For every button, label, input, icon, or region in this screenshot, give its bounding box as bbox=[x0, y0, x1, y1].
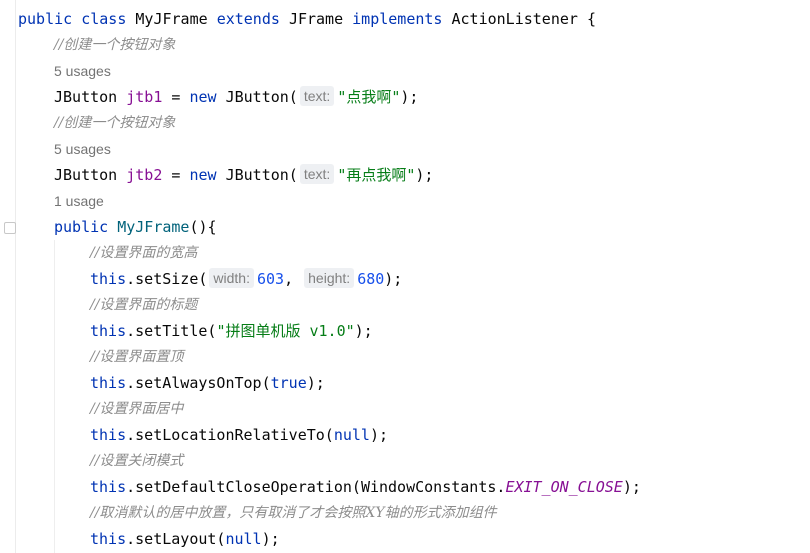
indent-guide bbox=[54, 240, 55, 553]
punctuation: ); bbox=[400, 88, 419, 106]
string-literal: "拼图单机版 v1.0" bbox=[216, 322, 355, 340]
code-comment: //设置界面的宽高 bbox=[90, 245, 198, 261]
type-name: JButton bbox=[54, 88, 118, 106]
keyword: true bbox=[270, 374, 307, 392]
keyword: new bbox=[189, 166, 217, 184]
code-comment: //设置界面的标题 bbox=[90, 297, 198, 313]
operator: = bbox=[171, 166, 181, 184]
punctuation: ); bbox=[415, 166, 434, 184]
code-line-field-jtb1: JButton jtb1 = new JButton(text: "点我啊"); bbox=[54, 84, 418, 110]
type-name: ActionListener bbox=[451, 10, 578, 28]
code-line-set-close-operation: this.setDefaultCloseOperation(WindowCons… bbox=[90, 474, 641, 500]
field-name: jtb2 bbox=[126, 166, 163, 184]
method-call: .setLayout( bbox=[126, 530, 226, 548]
parameter-hint: height: bbox=[304, 268, 355, 288]
field-name: jtb1 bbox=[126, 88, 163, 106]
code-line-set-always-on-top: this.setAlwaysOnTop(true); bbox=[90, 370, 325, 396]
type-name: JFrame bbox=[288, 10, 344, 28]
editor-gutter bbox=[15, 0, 16, 553]
number-literal: 680 bbox=[357, 270, 385, 288]
code-comment: //创建一个按钮对象 bbox=[54, 37, 176, 53]
usages-hint[interactable]: 1 usage bbox=[54, 188, 104, 214]
punctuation: , bbox=[284, 270, 294, 288]
code-line-class-declaration: public class MyJFrame extends JFrame imp… bbox=[18, 6, 596, 32]
code-line-set-layout: this.setLayout(null); bbox=[90, 526, 280, 552]
brace: { bbox=[586, 10, 596, 28]
method-call: .setDefaultCloseOperation( bbox=[126, 478, 361, 496]
keyword: class bbox=[81, 10, 127, 28]
code-comment: //取消默认的居中放置，只有取消了才会按照XY轴的形式添加组件 bbox=[90, 505, 497, 521]
code-comment: //创建一个按钮对象 bbox=[54, 115, 176, 131]
class-name: MyJFrame bbox=[135, 10, 208, 28]
method-call: .setLocationRelativeTo( bbox=[126, 426, 334, 444]
code-comment: //设置关闭模式 bbox=[90, 453, 184, 469]
class-reference: WindowConstants. bbox=[360, 478, 506, 496]
keyword: this bbox=[90, 374, 127, 392]
punctuation: ); bbox=[384, 270, 403, 288]
method-call: .setTitle( bbox=[126, 322, 217, 340]
method-call: .setAlwaysOnTop( bbox=[126, 374, 271, 392]
method-name: MyJFrame bbox=[117, 218, 190, 236]
number-literal: 603 bbox=[256, 270, 285, 288]
punctuation: ); bbox=[354, 322, 373, 340]
code-line-set-location: this.setLocationRelativeTo(null); bbox=[90, 422, 388, 448]
string-literal: "点我啊" bbox=[337, 88, 401, 106]
parameter-hint: text: bbox=[299, 86, 335, 106]
code-line-set-size: this.setSize(width: 603, height: 680); bbox=[90, 266, 402, 292]
keyword: extends bbox=[216, 10, 280, 28]
keyword: public bbox=[18, 10, 73, 28]
keyword: this bbox=[90, 322, 127, 340]
code-line-field-jtb2: JButton jtb2 = new JButton(text: "再点我啊"); bbox=[54, 162, 433, 188]
constructor-call: JButton( bbox=[225, 88, 298, 106]
parameter-hint: width: bbox=[209, 268, 254, 288]
keyword: new bbox=[189, 88, 217, 106]
code-line-constructor: public MyJFrame(){ bbox=[54, 214, 217, 240]
keyword: this bbox=[90, 530, 127, 548]
parameter-hint: text: bbox=[299, 164, 335, 184]
type-name: JButton bbox=[54, 166, 118, 184]
keyword: this bbox=[90, 426, 127, 444]
punctuation: ); bbox=[261, 530, 280, 548]
fold-icon[interactable] bbox=[4, 222, 16, 234]
keyword: null bbox=[225, 530, 262, 548]
operator: = bbox=[171, 88, 181, 106]
punctuation: ); bbox=[369, 426, 389, 444]
keyword: null bbox=[333, 426, 370, 444]
code-comment: //设置界面置顶 bbox=[90, 349, 184, 365]
punctuation: ); bbox=[306, 374, 325, 392]
keyword: this bbox=[90, 270, 127, 288]
keyword: public bbox=[54, 218, 109, 236]
keyword: this bbox=[90, 478, 127, 496]
code-comment: //设置界面居中 bbox=[90, 401, 184, 417]
constant: EXIT_ON_CLOSE bbox=[505, 478, 623, 496]
constructor-call: JButton( bbox=[225, 166, 298, 184]
code-line-set-title: this.setTitle("拼图单机版 v1.0"); bbox=[90, 318, 373, 344]
usages-hint[interactable]: 5 usages bbox=[54, 136, 111, 162]
string-literal: "再点我啊" bbox=[337, 166, 416, 184]
method-call: .setSize( bbox=[126, 270, 208, 288]
punctuation: ); bbox=[622, 478, 641, 496]
usages-hint[interactable]: 5 usages bbox=[54, 58, 111, 84]
punctuation: (){ bbox=[189, 218, 217, 236]
keyword: implements bbox=[352, 10, 443, 28]
